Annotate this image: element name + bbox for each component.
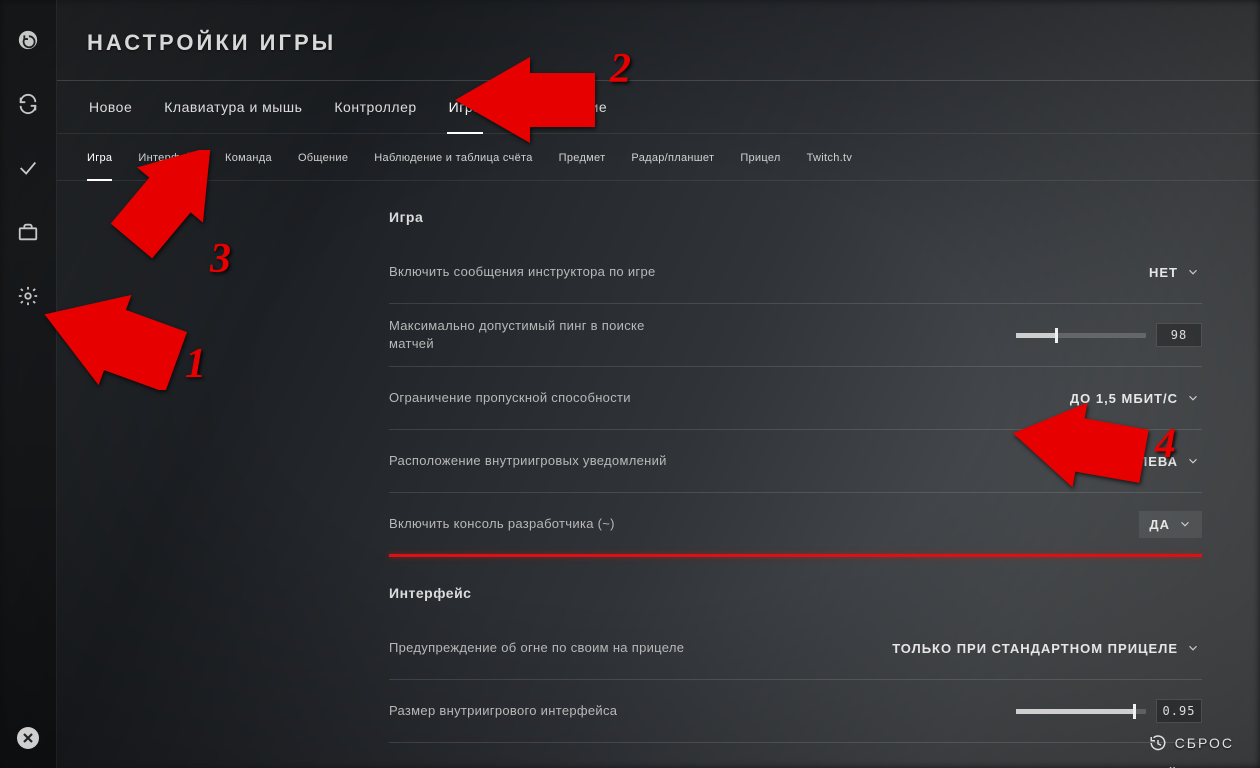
subtab-item[interactable]: Предмет: [559, 146, 606, 170]
annotation-number-4: 4: [1155, 420, 1176, 468]
label-instructor: Включить сообщения инструктора по игре: [389, 263, 656, 281]
annotation-arrow-4: [1010, 400, 1150, 490]
reset-button[interactable]: СБРОС: [1149, 734, 1234, 752]
row-dev-console: Включить консоль разработчика (~) ДА: [389, 493, 1202, 555]
subtab-twitch[interactable]: Twitch.tv: [807, 146, 853, 170]
label-ff-warn: Предупреждение об огне по своим на прице…: [389, 639, 684, 657]
sync-icon[interactable]: [16, 92, 40, 116]
tab-keyboard-mouse[interactable]: Клавиатура и мышь: [162, 81, 304, 133]
label-bandwidth: Ограничение пропускной способности: [389, 389, 631, 407]
label-dev-console: Включить консоль разработчика (~): [389, 515, 615, 533]
close-icon[interactable]: [16, 726, 40, 750]
dropdown-hud-color[interactable]: ЗЕЛЁНЫЙ: [1103, 761, 1202, 768]
tab-controller[interactable]: Контроллер: [332, 81, 418, 133]
chevron-down-icon: [1186, 641, 1200, 655]
annotation-arrow-2: [450, 55, 600, 145]
annotation-number-3: 3: [210, 235, 231, 283]
value-hud-scale[interactable]: 0.95: [1156, 699, 1202, 723]
subtab-spectating[interactable]: Наблюдение и таблица счёта: [374, 146, 532, 170]
page-title: НАСТРОЙКИ ИГРЫ: [87, 30, 1260, 56]
check-icon[interactable]: [16, 156, 40, 180]
secondary-tabs: Игра Интерфейс Команда Общение Наблюдени…: [57, 133, 1260, 181]
row-hud-scale: Размер внутриигрового интерфейса 0.95: [389, 680, 1202, 743]
chevron-down-icon: [1186, 454, 1200, 468]
label-hud-scale: Размер внутриигрового интерфейса: [389, 702, 617, 720]
value-instructor: НЕТ: [1149, 265, 1178, 280]
label-max-ping: Максимально допустимый пинг в поиске мат…: [389, 317, 689, 353]
row-hud-color: Цвет интерфейса ЗЕЛЁНЫЙ: [389, 743, 1202, 768]
annotation-arrow-1: [40, 290, 190, 390]
chevron-down-icon: [1186, 391, 1200, 405]
subtab-radar[interactable]: Радар/планшет: [631, 146, 714, 170]
subtab-communication[interactable]: Общение: [298, 146, 348, 170]
row-instructor: Включить сообщения инструктора по игре Н…: [389, 241, 1202, 304]
dropdown-dev-console[interactable]: ДА: [1139, 511, 1202, 538]
dropdown-instructor[interactable]: НЕТ: [1147, 259, 1202, 286]
tab-new[interactable]: Новое: [87, 81, 134, 133]
section-heading-interface: Интерфейс: [389, 585, 1202, 601]
annotation-number-2: 2: [610, 45, 631, 93]
annotation-number-1: 1: [185, 340, 206, 388]
highlight-underline: [389, 554, 1202, 557]
history-icon: [1149, 734, 1167, 752]
row-ff-warn: Предупреждение об огне по своим на прице…: [389, 617, 1202, 680]
row-max-ping: Максимально допустимый пинг в поиске мат…: [389, 304, 1202, 367]
label-notify-pos: Расположение внутриигровых уведомлений: [389, 452, 667, 470]
briefcase-icon[interactable]: [16, 220, 40, 244]
primary-tabs: Новое Клавиатура и мышь Контроллер Игра …: [57, 80, 1260, 133]
back-icon[interactable]: [16, 28, 40, 52]
value-dev-console: ДА: [1149, 517, 1170, 532]
value-ff-warn: ТОЛЬКО ПРИ СТАНДАРТНОМ ПРИЦЕЛЕ: [892, 641, 1178, 656]
dropdown-ff-warn[interactable]: ТОЛЬКО ПРИ СТАНДАРТНОМ ПРИЦЕЛЕ: [890, 635, 1202, 662]
subtab-crosshair[interactable]: Прицел: [740, 146, 780, 170]
section-heading-game: Игра: [389, 209, 1202, 225]
gear-icon[interactable]: [16, 284, 40, 308]
slider-hud-scale[interactable]: [1016, 709, 1146, 714]
chevron-down-icon: [1186, 265, 1200, 279]
slider-max-ping[interactable]: [1016, 333, 1146, 338]
chevron-down-icon: [1178, 517, 1192, 531]
reset-label: СБРОС: [1175, 735, 1234, 751]
value-max-ping[interactable]: 98: [1156, 323, 1202, 347]
